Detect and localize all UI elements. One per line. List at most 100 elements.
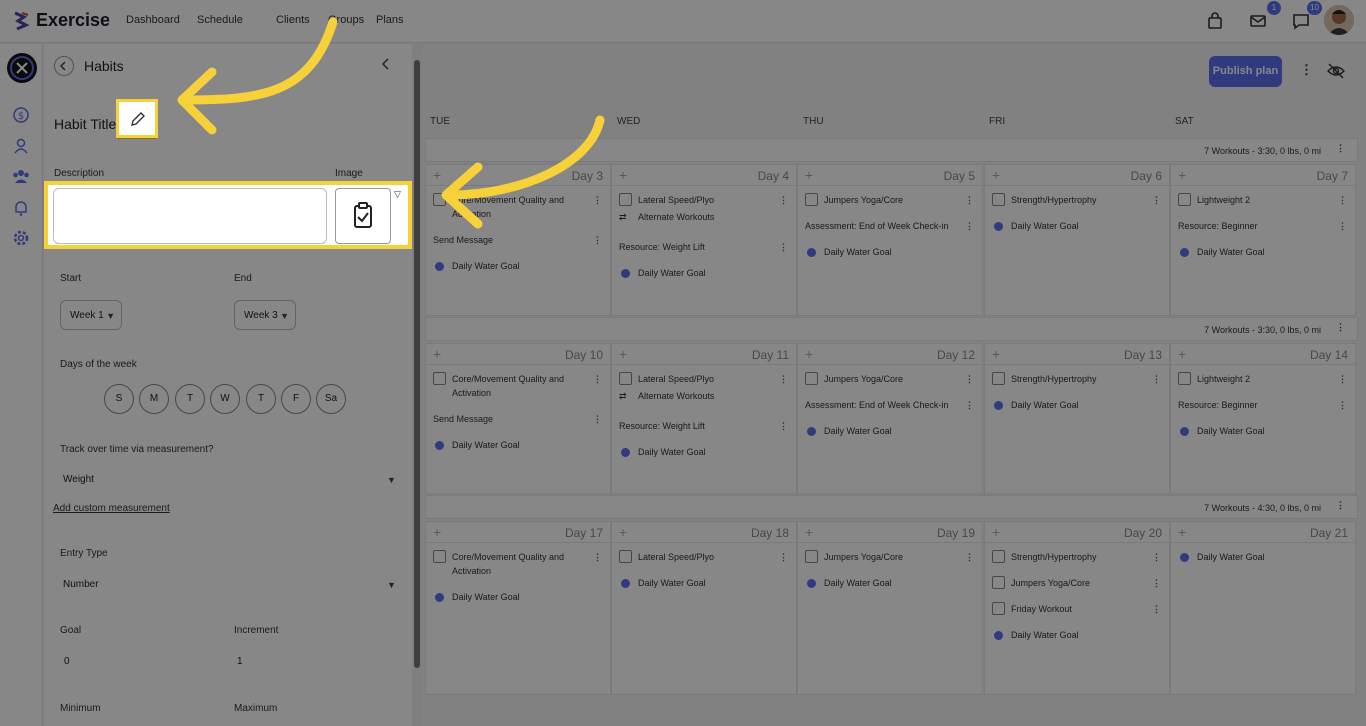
add-item-icon[interactable]: +: [805, 167, 813, 183]
settings-gear-icon[interactable]: [12, 229, 30, 247]
more-options-icon[interactable]: ⋮: [1300, 62, 1313, 78]
item-menu-icon[interactable]: ⋮: [965, 193, 974, 207]
item-checkbox[interactable]: [619, 550, 632, 563]
day-cell[interactable]: + Day 4 Lateral Speed/Plyo ⋮ ⇄ Alternate Work…: [611, 164, 797, 316]
add-item-icon[interactable]: +: [433, 524, 441, 540]
add-item-icon[interactable]: +: [1178, 167, 1186, 183]
item-menu-icon[interactable]: ⋮: [1152, 602, 1161, 616]
description-textarea[interactable]: [52, 188, 326, 244]
add-item-icon[interactable]: +: [805, 346, 813, 362]
start-week-select[interactable]: Week 1 ▼: [60, 300, 122, 330]
week-menu-icon[interactable]: ⋮: [1336, 322, 1345, 333]
add-item-icon[interactable]: +: [992, 346, 1000, 362]
day-cell[interactable]: + Day 21 Daily Water Goal: [1170, 521, 1356, 695]
shop-bag-icon[interactable]: [1206, 12, 1224, 30]
day-friday-toggle[interactable]: F: [281, 384, 311, 414]
add-item-icon[interactable]: +: [433, 167, 441, 183]
billing-dollar-icon[interactable]: $: [12, 106, 30, 124]
item-menu-icon[interactable]: ⋮: [965, 219, 974, 233]
chat-icon[interactable]: [1292, 12, 1310, 30]
day-cell[interactable]: + Day 12 Jumpers Yoga/Core ⋮ Assessment: End…: [797, 343, 983, 494]
item-checkbox[interactable]: [433, 550, 446, 563]
chevron-down-icon[interactable]: ▼: [387, 475, 396, 485]
add-item-icon[interactable]: +: [619, 167, 627, 183]
week-menu-icon[interactable]: ⋮: [1336, 143, 1345, 154]
add-custom-measurement-link[interactable]: Add custom measurement: [53, 503, 170, 514]
item-checkbox[interactable]: [805, 550, 818, 563]
week-menu-icon[interactable]: ⋮: [1336, 500, 1345, 511]
org-logo[interactable]: [7, 53, 37, 83]
item-checkbox[interactable]: [433, 193, 446, 206]
day-cell[interactable]: + Day 11 Lateral Speed/Plyo ⋮ ⇄ Alternate Wor…: [611, 343, 797, 494]
day-cell[interactable]: + Day 6 Strength/Hypertrophy ⋮ Daily Water G…: [984, 164, 1170, 316]
item-menu-icon[interactable]: ⋮: [1152, 372, 1161, 386]
day-cell[interactable]: + Day 10 Core/Movement Quality and Activat…: [425, 343, 611, 494]
back-button[interactable]: [54, 56, 74, 76]
item-checkbox[interactable]: [992, 602, 1005, 615]
item-menu-icon[interactable]: ⋮: [593, 193, 602, 207]
item-checkbox[interactable]: [805, 193, 818, 206]
day-cell[interactable]: + Day 18 Lateral Speed/Plyo ⋮ Daily Water Go…: [611, 521, 797, 695]
item-menu-icon[interactable]: ⋮: [1152, 550, 1161, 564]
item-menu-icon[interactable]: ⋮: [1338, 193, 1347, 207]
item-checkbox[interactable]: [1178, 372, 1191, 385]
item-menu-icon[interactable]: ⋮: [1338, 372, 1347, 386]
day-cell[interactable]: + Day 20 Strength/Hypertrophy ⋮ Jumpers Yoga…: [984, 521, 1170, 695]
chevron-down-icon[interactable]: ▼: [387, 580, 396, 590]
day-cell[interactable]: + Day 17 Core/Movement Quality and Activat…: [425, 521, 611, 695]
day-cell[interactable]: + Day 7 Lightweight 2 ⋮ Resource: Beginner ⋮ D…: [1170, 164, 1356, 316]
day-wednesday-toggle[interactable]: W: [210, 384, 240, 414]
item-menu-icon[interactable]: ⋮: [779, 419, 788, 433]
day-sunday-toggle[interactable]: S: [104, 384, 134, 414]
goal-input[interactable]: 0: [64, 656, 70, 667]
scrollbar-thumb[interactable]: [414, 60, 420, 668]
day-tuesday-toggle[interactable]: T: [175, 384, 205, 414]
add-item-icon[interactable]: +: [805, 524, 813, 540]
item-checkbox[interactable]: [619, 193, 632, 206]
item-menu-icon[interactable]: ⋮: [593, 550, 602, 564]
item-menu-icon[interactable]: ⋮: [593, 412, 602, 426]
item-menu-icon[interactable]: ⋮: [593, 372, 602, 386]
item-menu-icon[interactable]: ⋮: [1338, 219, 1347, 233]
item-menu-icon[interactable]: ⋮: [779, 372, 788, 386]
add-item-icon[interactable]: +: [433, 346, 441, 362]
nav-clients[interactable]: Clients: [276, 14, 328, 26]
person-icon[interactable]: [12, 137, 30, 155]
day-cell[interactable]: + Day 13 Strength/Hypertrophy ⋮ Daily Water …: [984, 343, 1170, 494]
image-dropdown-caret-icon[interactable]: ▽: [394, 190, 401, 201]
app-logo[interactable]: Exercise: [12, 10, 110, 31]
panel-scrollbar[interactable]: [412, 44, 422, 726]
item-menu-icon[interactable]: ⋮: [1152, 576, 1161, 590]
day-cell[interactable]: + Day 3 Core/Movement Quality and Activati…: [425, 164, 611, 316]
item-menu-icon[interactable]: ⋮: [593, 233, 602, 247]
item-checkbox[interactable]: [619, 372, 632, 385]
nav-dashboard[interactable]: Dashboard: [126, 14, 197, 26]
mail-icon[interactable]: [1249, 12, 1267, 30]
item-menu-icon[interactable]: ⋮: [779, 550, 788, 564]
measurement-select[interactable]: Weight: [63, 474, 94, 485]
edit-title-button[interactable]: [117, 103, 157, 139]
bell-icon[interactable]: [12, 199, 30, 217]
item-checkbox[interactable]: [992, 550, 1005, 563]
collapse-panel-icon[interactable]: [378, 56, 394, 72]
item-checkbox[interactable]: [992, 576, 1005, 589]
item-menu-icon[interactable]: ⋮: [779, 240, 788, 254]
day-monday-toggle[interactable]: M: [139, 384, 169, 414]
nav-groups[interactable]: Groups: [328, 14, 376, 26]
item-checkbox[interactable]: [1178, 193, 1191, 206]
increment-input[interactable]: 1: [237, 656, 243, 667]
publish-plan-button[interactable]: Publish plan: [1209, 56, 1282, 87]
add-item-icon[interactable]: +: [1178, 524, 1186, 540]
image-picker-button[interactable]: [335, 188, 391, 244]
day-saturday-toggle[interactable]: Sa: [316, 384, 346, 414]
item-menu-icon[interactable]: ⋮: [1152, 193, 1161, 207]
add-item-icon[interactable]: +: [992, 524, 1000, 540]
add-item-icon[interactable]: +: [1178, 346, 1186, 362]
item-menu-icon[interactable]: ⋮: [779, 193, 788, 207]
group-icon[interactable]: [12, 167, 30, 185]
add-item-icon[interactable]: +: [992, 167, 1000, 183]
item-checkbox[interactable]: [992, 193, 1005, 206]
end-week-select[interactable]: Week 3 ▼: [234, 300, 296, 330]
nav-plans[interactable]: Plans: [376, 14, 404, 26]
item-checkbox[interactable]: [433, 372, 446, 385]
